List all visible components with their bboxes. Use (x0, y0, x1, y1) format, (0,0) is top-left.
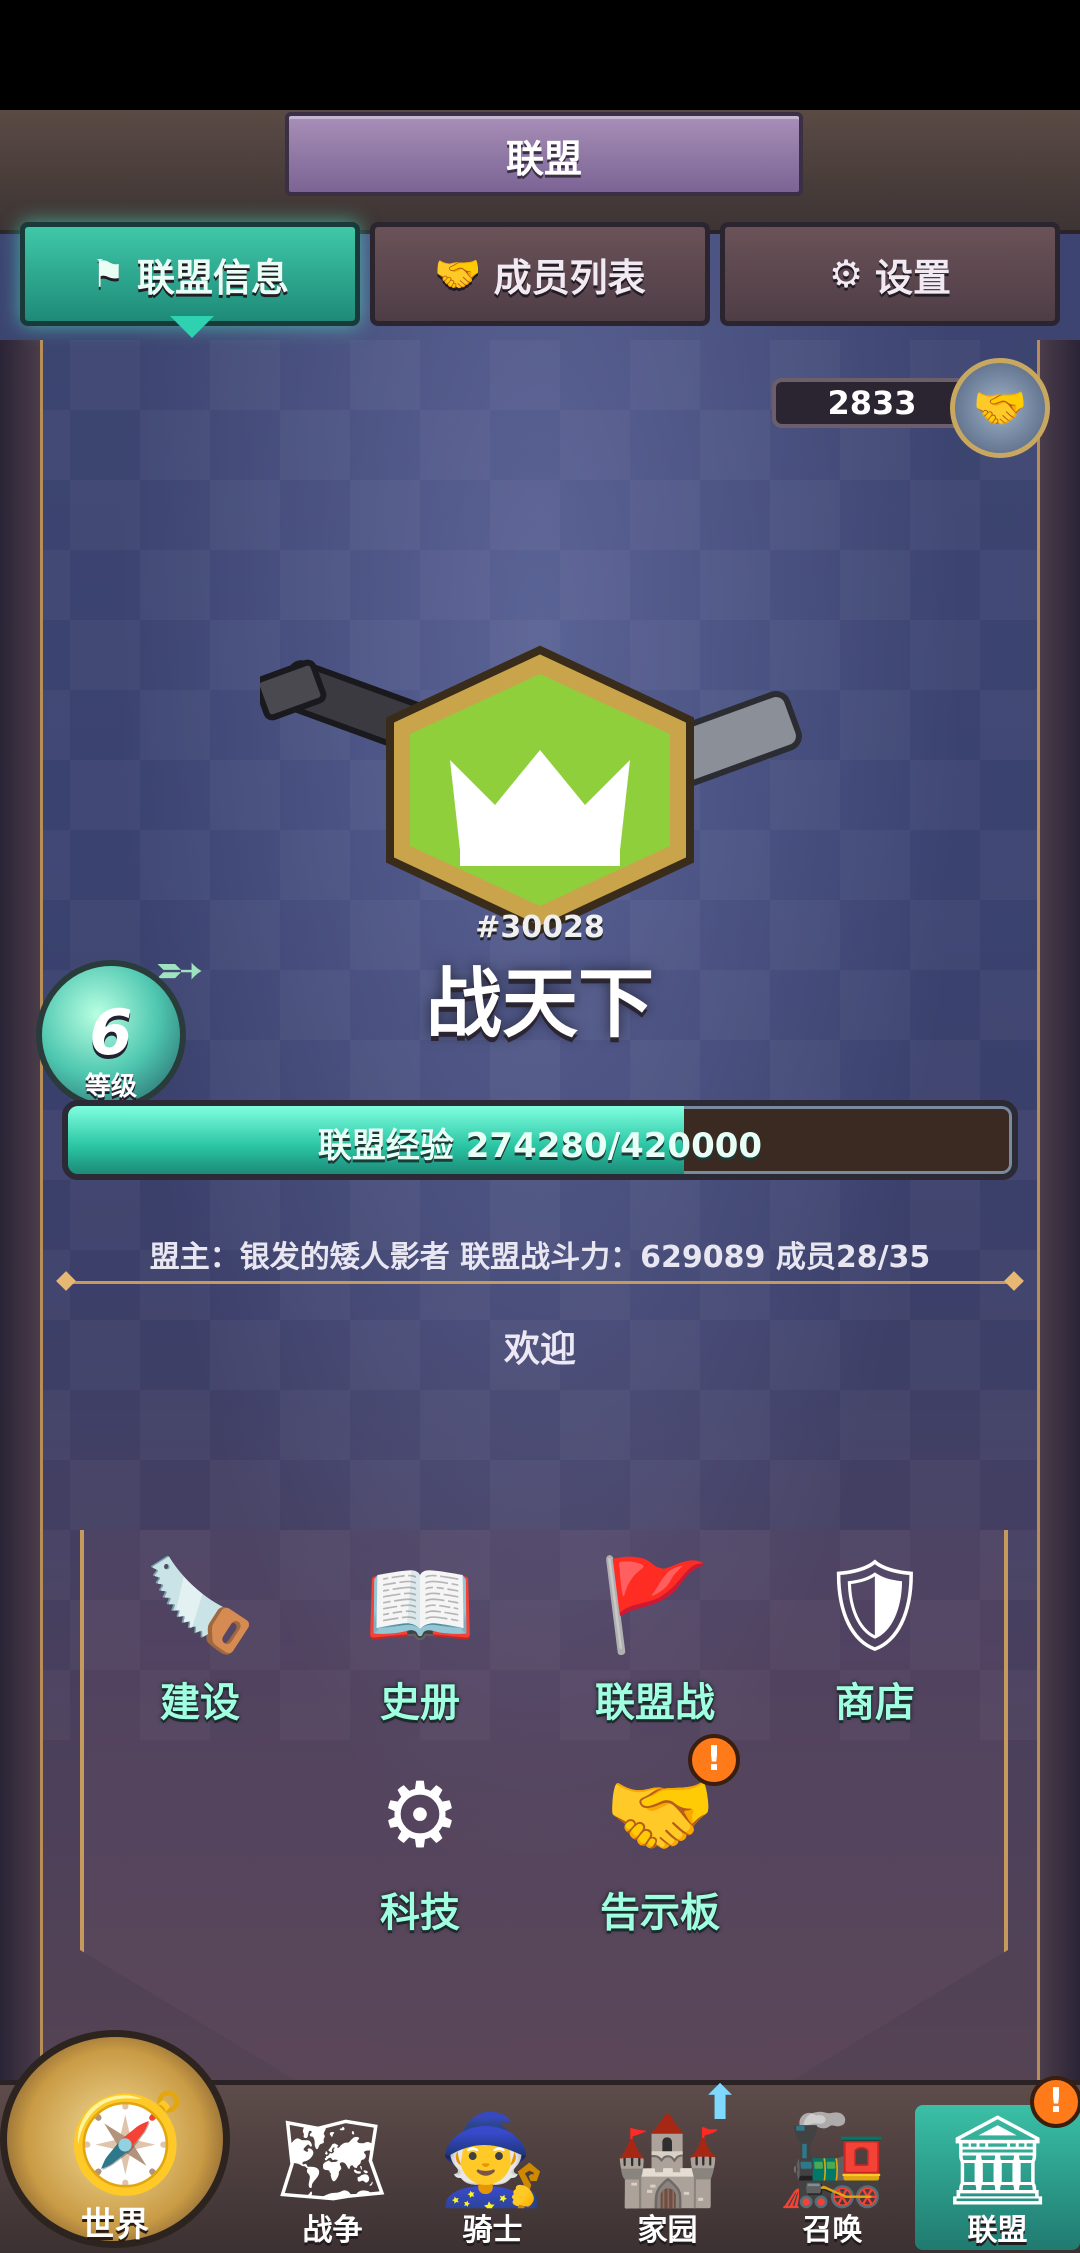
alliance-points: 2833 (772, 378, 972, 428)
nav-label: 召唤 (802, 2213, 863, 2248)
nav-label: 战争 (302, 2213, 363, 2248)
divider (66, 1281, 1014, 1284)
menu-build[interactable]: 🪚 建设 (110, 1540, 290, 1730)
up-arrow-icon: ⬆ (700, 2075, 741, 2131)
welcome-message: 欢迎 (503, 1329, 576, 1370)
menu-history[interactable]: 📖 史册 (330, 1540, 510, 1730)
handshake-icon: 🤝 (434, 251, 482, 296)
history-book-icon: 📖 (363, 1552, 477, 1658)
nav-alliance-alert-badge: ! (1030, 2076, 1080, 2128)
level-number: 6 (89, 996, 133, 1069)
map-icon: 🗺 (276, 2108, 389, 2211)
alliance-badge-icon[interactable]: 🤝 (950, 358, 1050, 458)
alliance-info-line: 盟主：银发的矮人影者 联盟战斗力：629089 成员28/35 (149, 1240, 931, 1275)
tab-label: 成员列表 (493, 255, 646, 300)
menu-shop[interactable]: 🛡 商店 (785, 1540, 965, 1730)
tab-settings[interactable]: ⚙ 设置 (720, 222, 1060, 326)
alliance-id: #30028 (475, 910, 605, 945)
status-bar (0, 0, 1080, 110)
train-icon: 🚂 (777, 2108, 888, 2211)
nav-label: 联盟 (967, 2213, 1028, 2248)
nav-label: 骑士 (462, 2213, 523, 2248)
tab-member-list[interactable]: 🤝 成员列表 (370, 222, 710, 326)
tab-label: 联盟信息 (137, 255, 290, 300)
shop-icon: 🛡 (817, 1552, 933, 1658)
menu-label: 告示板 (600, 1890, 720, 1936)
tab-alliance-info[interactable]: ⚑ 联盟信息 (20, 222, 360, 326)
top-header: 联盟 (0, 110, 1080, 234)
tech-gear-icon: ⚙ (379, 1762, 461, 1868)
level-label: 等级 (84, 1072, 137, 1102)
menu-tech[interactable]: ⚙ 科技 (330, 1750, 510, 1940)
nav-label: 家园 (637, 2213, 698, 2248)
exp-text: 联盟经验 274280/420000 (317, 1126, 763, 1166)
tab-pointer (170, 316, 214, 338)
menu-label: 史册 (380, 1680, 460, 1726)
gear-icon: ⚙ (828, 252, 864, 296)
nav-label: 世界 (81, 2205, 149, 2245)
tab-label: 设置 (875, 255, 952, 300)
title-plate: 联盟 (285, 112, 803, 196)
menu-alliance-war[interactable]: 🚩 联盟战 (565, 1540, 745, 1730)
knight-icon: 🧙 (437, 2108, 548, 2211)
notice-alert-badge: ! (688, 1734, 740, 1786)
nav-knight[interactable]: 🧙 骑士 (410, 2105, 575, 2250)
crossed-saws-icon: 🪚 (143, 1552, 257, 1658)
nav-war[interactable]: 🗺 战争 (250, 2105, 415, 2250)
level-orb: 6 等级 (36, 960, 186, 1110)
page-title: 联盟 (505, 137, 582, 181)
alliance-screen: 联盟 ⚑ 联盟信息 🤝 成员列表 ⚙ 设置 2833 🤝 #30028 战天下 … (0, 110, 1080, 2248)
menu-label: 科技 (380, 1890, 460, 1936)
flag-icon: ⚑ (90, 252, 126, 296)
menu-label: 联盟战 (595, 1680, 715, 1726)
menu-label: 建设 (160, 1680, 240, 1726)
compass-icon: 🧭 (67, 2087, 187, 2199)
exp-progress-bar: 联盟经验 274280/420000 (62, 1100, 1018, 1180)
nav-summon[interactable]: 🚂 召唤 (750, 2105, 915, 2250)
menu-label: 商店 (835, 1680, 915, 1726)
red-flag-icon: 🚩 (598, 1552, 712, 1658)
nav-world[interactable]: 🧭 世界 (0, 2030, 230, 2248)
